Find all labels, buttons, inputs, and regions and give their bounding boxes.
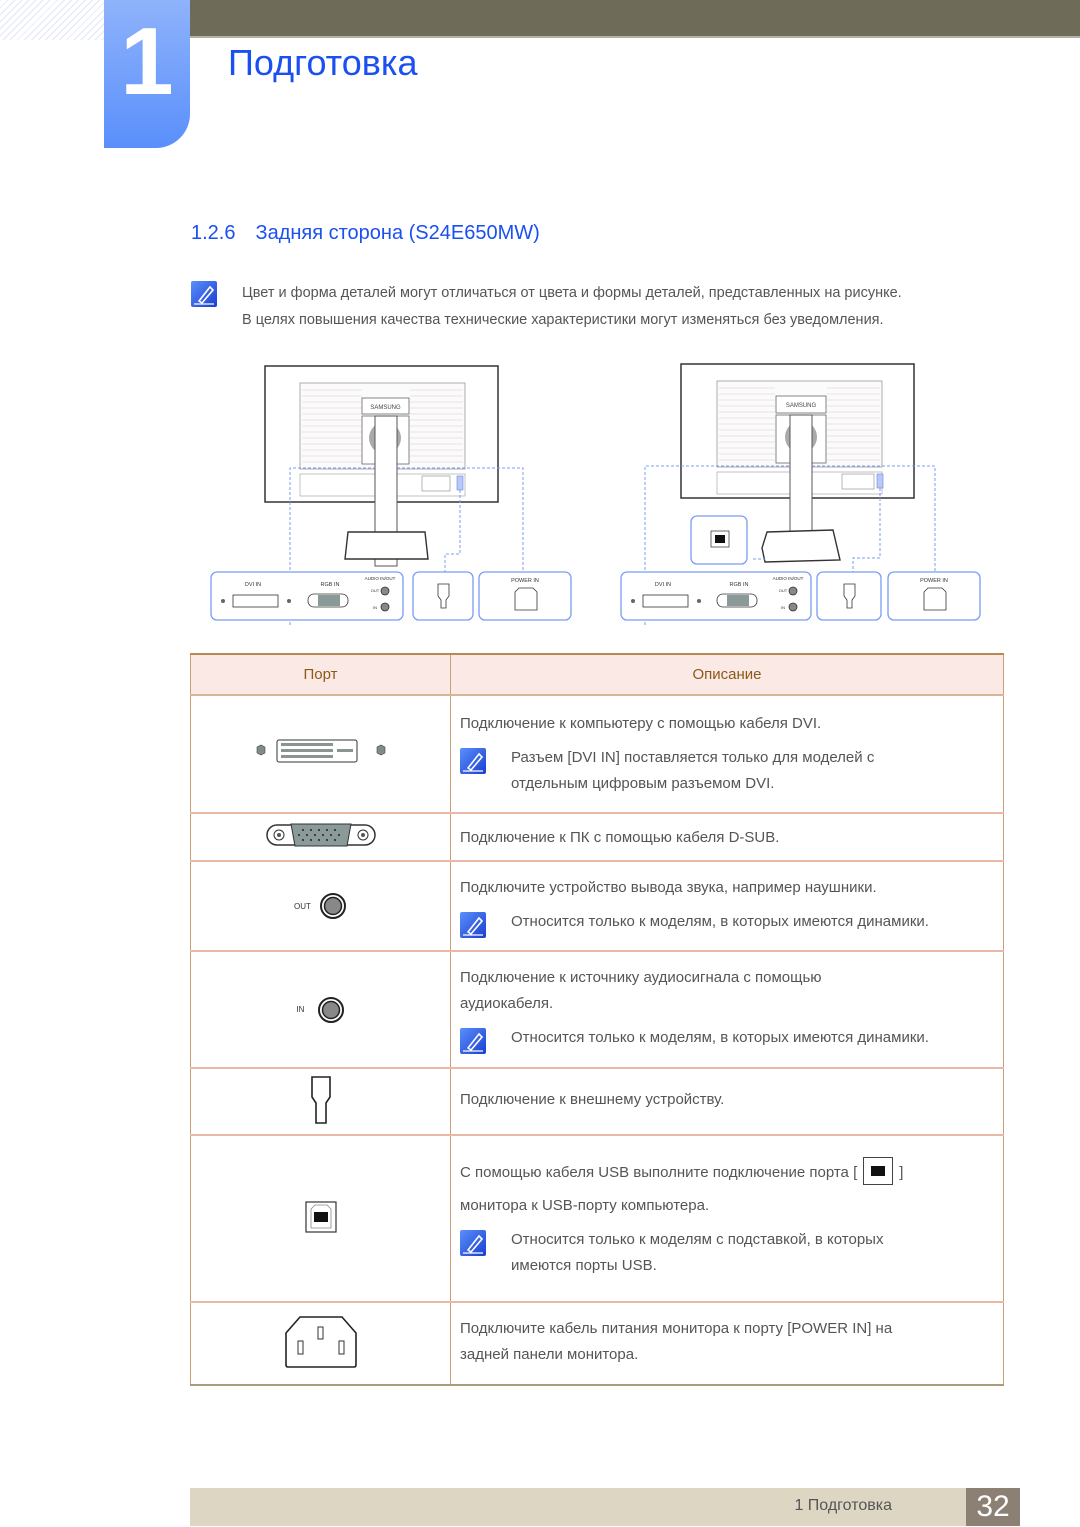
rear-panel-diagram-1: SAMSUNG DVI IN RGB IN AUDIO IN/OUT OUT I… — [210, 365, 572, 625]
rgb-label: RGB IN — [321, 582, 340, 588]
note-text: Разъем [DVI IN] поставляется только для … — [511, 749, 875, 766]
section-heading: Задняя сторона (S24E650MW) — [255, 222, 540, 244]
out-label: OUT — [779, 588, 788, 593]
page-number: 32 — [966, 1488, 1020, 1526]
audio-label: AUDIO IN/OUT — [773, 576, 804, 581]
note-text: Относится только к моделям, в которых им… — [511, 1029, 929, 1046]
header-bar — [190, 0, 1080, 38]
description-text: аудиокабеля. — [460, 995, 554, 1012]
port-cell — [190, 695, 451, 814]
in-label: IN — [781, 605, 785, 610]
dsub-port-icon — [265, 823, 376, 847]
table-row: С помощью кабеля USB выполните подключен… — [190, 1135, 1004, 1303]
dvi-label: DVI IN — [655, 582, 671, 588]
port-cell — [190, 1068, 451, 1136]
chapter-number: 1 — [120, 8, 174, 115]
description-text: Подключите устройство вывода звука, напр… — [460, 878, 877, 896]
description-cell: Подключение к внешнему устройству. — [450, 1068, 1004, 1136]
top-note-text: Цвет и форма деталей могут отличаться от… — [242, 280, 902, 334]
note: Относится только к моделям, в которых им… — [460, 1025, 993, 1054]
description-text: С помощью кабеля USB выполните подключен… — [460, 1163, 858, 1181]
ports-table: Порт Описание Подключение к компьютеру с… — [190, 653, 1004, 1386]
header-port: Порт — [190, 653, 451, 696]
table-row: OUT Подключите устройство вывода звука, … — [190, 861, 1004, 952]
table-header-row: Порт Описание — [190, 653, 1004, 696]
chapter-title: Подготовка — [228, 42, 418, 83]
dvi-port-icon — [256, 739, 385, 763]
out-label: OUT — [371, 588, 380, 593]
description-text: Подключение к компьютеру с помощью кабел… — [460, 715, 822, 732]
port-cell — [190, 1302, 451, 1386]
description-text: Подключение к внешнему устройству. — [460, 1090, 725, 1108]
audio-in-port-icon — [317, 996, 344, 1023]
description-text: Подключите кабель питания монитора к пор… — [460, 1319, 893, 1337]
note-pencil-icon — [460, 748, 486, 774]
in-label: IN — [296, 1005, 305, 1014]
kensington-lock-icon — [310, 1075, 331, 1124]
note-text: Относится только к моделям, в которых им… — [511, 912, 929, 930]
power-label: POWER IN — [511, 578, 539, 584]
chapter-tab: 1 — [104, 0, 190, 148]
note: Относится только к моделям с подставкой,… — [460, 1227, 993, 1279]
table-row: Подключение к ПК с помощью кабеля D-SUB. — [190, 813, 1004, 862]
port-cell — [190, 813, 451, 862]
rgb-label: RGB IN — [730, 582, 749, 588]
note-line: Цвет и форма деталей могут отличаться от… — [242, 285, 902, 301]
description-cell: С помощью кабеля USB выполните подключен… — [450, 1135, 1004, 1303]
note-pencil-icon — [191, 281, 217, 307]
description-text: ] — [899, 1163, 904, 1181]
in-label: IN — [373, 605, 377, 610]
power-label: POWER IN — [920, 578, 948, 584]
note: Разъем [DVI IN] поставляется только для … — [460, 745, 993, 797]
description-cell: Подключение к компьютеру с помощью кабел… — [450, 695, 1004, 814]
decorative-hatch — [0, 0, 104, 40]
table-row: IN Подключение к источнику аудиосигнала … — [190, 951, 1004, 1069]
note-pencil-icon — [460, 911, 486, 938]
table-row: Подключение к внешнему устройству. — [190, 1068, 1004, 1136]
audio-out-port-icon — [320, 893, 347, 919]
note-text: Относится только к моделям с подставкой,… — [511, 1230, 884, 1248]
usb-b-port-icon — [863, 1156, 894, 1185]
note-text: имеются порты USB. — [511, 1256, 657, 1274]
table-row: Подключите кабель питания монитора к пор… — [190, 1302, 1004, 1386]
brand-label: SAMSUNG — [786, 403, 817, 409]
audio-label: AUDIO IN/OUT — [365, 576, 396, 581]
description-text: Подключение к ПК с помощью кабеля D-SUB. — [460, 829, 780, 846]
note-pencil-icon — [460, 1229, 486, 1256]
port-cell: OUT — [190, 861, 451, 952]
description-cell: Подключение к источнику аудиосигнала с п… — [450, 951, 1004, 1069]
description-cell: Подключение к ПК с помощью кабеля D-SUB. — [450, 813, 1004, 862]
port-cell — [190, 1135, 451, 1303]
port-cell: IN — [190, 951, 451, 1069]
description-cell: Подключите устройство вывода звука, напр… — [450, 861, 1004, 952]
out-label: OUT — [293, 901, 311, 911]
note-line: В целях повышения качества технические х… — [242, 312, 884, 328]
description-cell: Подключите кабель питания монитора к пор… — [450, 1302, 1004, 1386]
note-pencil-icon — [460, 1028, 486, 1054]
section-number: 1.2.6 — [191, 222, 236, 244]
footer-chapter-label: 1 Подготовка — [794, 1497, 892, 1514]
description-text: Подключение к источнику аудиосигнала с п… — [460, 969, 822, 986]
usb-b-port-icon — [304, 1200, 337, 1233]
dvi-label: DVI IN — [245, 582, 261, 588]
note: Относится только к моделям, в которых им… — [460, 909, 993, 938]
header-description: Описание — [450, 653, 1004, 696]
note-text: отдельным цифровым разъемом DVI. — [511, 775, 775, 792]
description-text: монитора к USB-порту компьютера. — [460, 1196, 710, 1214]
brand-label: SAMSUNG — [370, 405, 401, 411]
rear-panel-diagram-2: SAMSUNG DVI IN RGB IN AUDIO IN/OUT OUT I… — [620, 363, 981, 625]
footer-bar: 1 Подготовка 32 — [190, 1488, 1020, 1526]
table-row: Подключение к компьютеру с помощью кабел… — [190, 695, 1004, 814]
section-title: 1.2.6 Задняя сторона (S24E650MW) — [191, 222, 540, 245]
power-in-port-icon — [284, 1315, 357, 1368]
description-text: задней панели монитора. — [460, 1345, 639, 1363]
